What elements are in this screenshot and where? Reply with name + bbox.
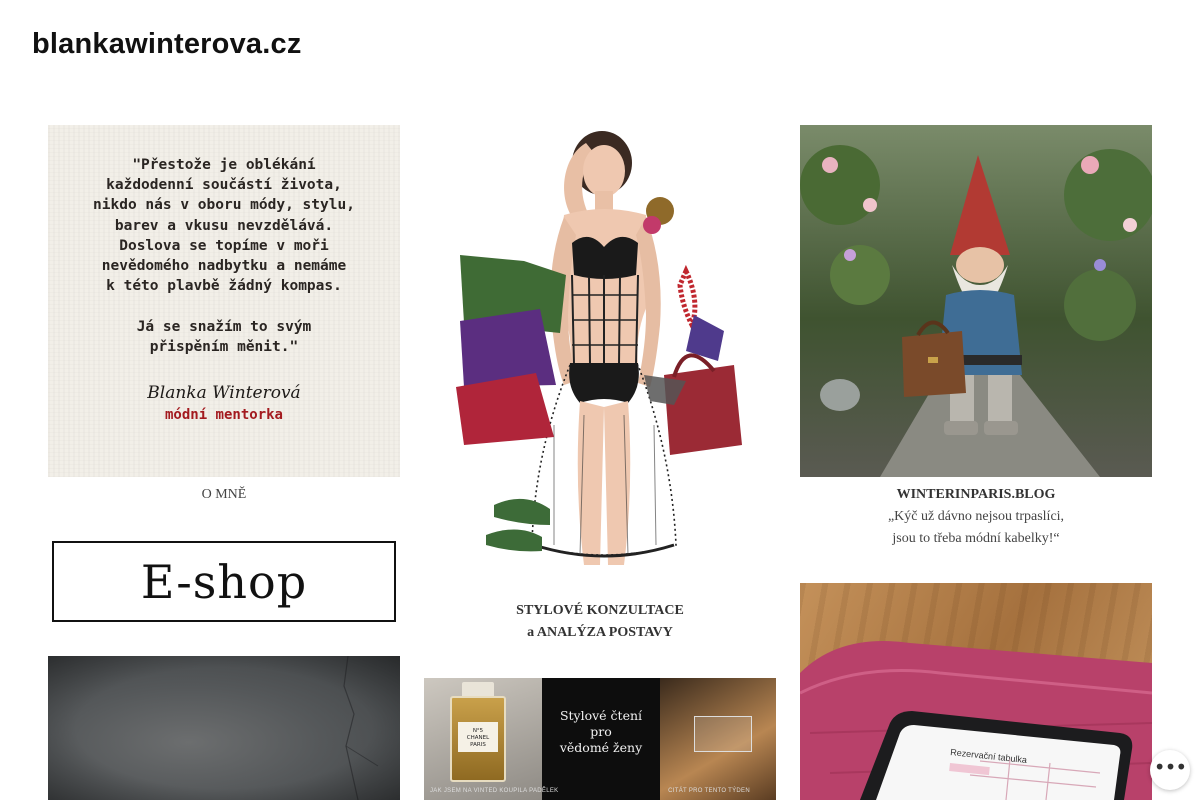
slate-texture	[48, 656, 400, 800]
reading-title-panel: Stylové čtení pro vědomé ženy	[542, 678, 660, 800]
collage-footer-right: CITÁT PRO TENTO TÝDEN	[668, 788, 750, 794]
about-caption[interactable]: O MNĚ	[48, 484, 400, 506]
reading-title: Stylové čtení pro vědomé ženy	[559, 708, 643, 755]
gnome-photo	[800, 125, 1152, 477]
eshop-banner[interactable]: E-shop	[48, 537, 400, 626]
slate-image-tile[interactable]	[48, 656, 400, 800]
blog-caption-quote-line2: jsou to třeba módní kabelky!“	[892, 531, 1060, 546]
blog-caption-title[interactable]: WINTERINPARIS.BLOG	[800, 484, 1152, 506]
more-dots-icon: •••	[1153, 755, 1187, 779]
perfume-photo: N°5 CHANEL PARIS	[424, 678, 542, 800]
perfume-label: N°5 CHANEL PARIS	[458, 722, 498, 752]
reading-collage-tile[interactable]: N°5 CHANEL PARIS Stylové čtení pro vědom…	[424, 678, 776, 800]
quote-card	[694, 716, 752, 752]
site-title[interactable]: blankawinterova.cz	[32, 28, 302, 61]
gnome-image-tile[interactable]	[800, 125, 1152, 477]
quote-role: módní mentorka	[164, 407, 283, 423]
eshop-label: E-shop	[52, 541, 396, 622]
booking-image-tile[interactable]: Rezervační tabulka	[800, 583, 1152, 800]
consultation-caption-line1[interactable]: STYLOVÉ KONZULTACE	[424, 600, 776, 622]
blog-caption[interactable]: WINTERINPARIS.BLOG „Kýč už dávno nejsou …	[800, 484, 1152, 550]
tablet-photo: Rezervační tabulka	[800, 641, 1152, 800]
quote-tile[interactable]: "Přestože je oblékání každodenní součást…	[48, 125, 400, 477]
more-actions-button[interactable]: •••	[1150, 750, 1190, 790]
consultation-image-tile[interactable]	[424, 125, 776, 593]
quote-text: "Přestože je oblékání každodenní součást…	[93, 157, 355, 355]
consultation-caption-line2[interactable]: a ANALÝZA POSTAVY	[424, 622, 776, 644]
blog-caption-quote-line1: „Kýč už dávno nejsou trpaslíci,	[887, 509, 1065, 524]
collage-footer-left: JAK JSEM NA VINTED KOUPILA PADĚLEK	[430, 788, 559, 794]
about-caption-text[interactable]: O MNĚ	[202, 487, 247, 502]
woman-illustration	[456, 131, 742, 565]
quote-signature: Blanka Winterová	[147, 383, 301, 403]
consultation-caption[interactable]: STYLOVÉ KONZULTACE a ANALÝZA POSTAVY	[424, 600, 776, 644]
quote-photo	[660, 678, 776, 800]
